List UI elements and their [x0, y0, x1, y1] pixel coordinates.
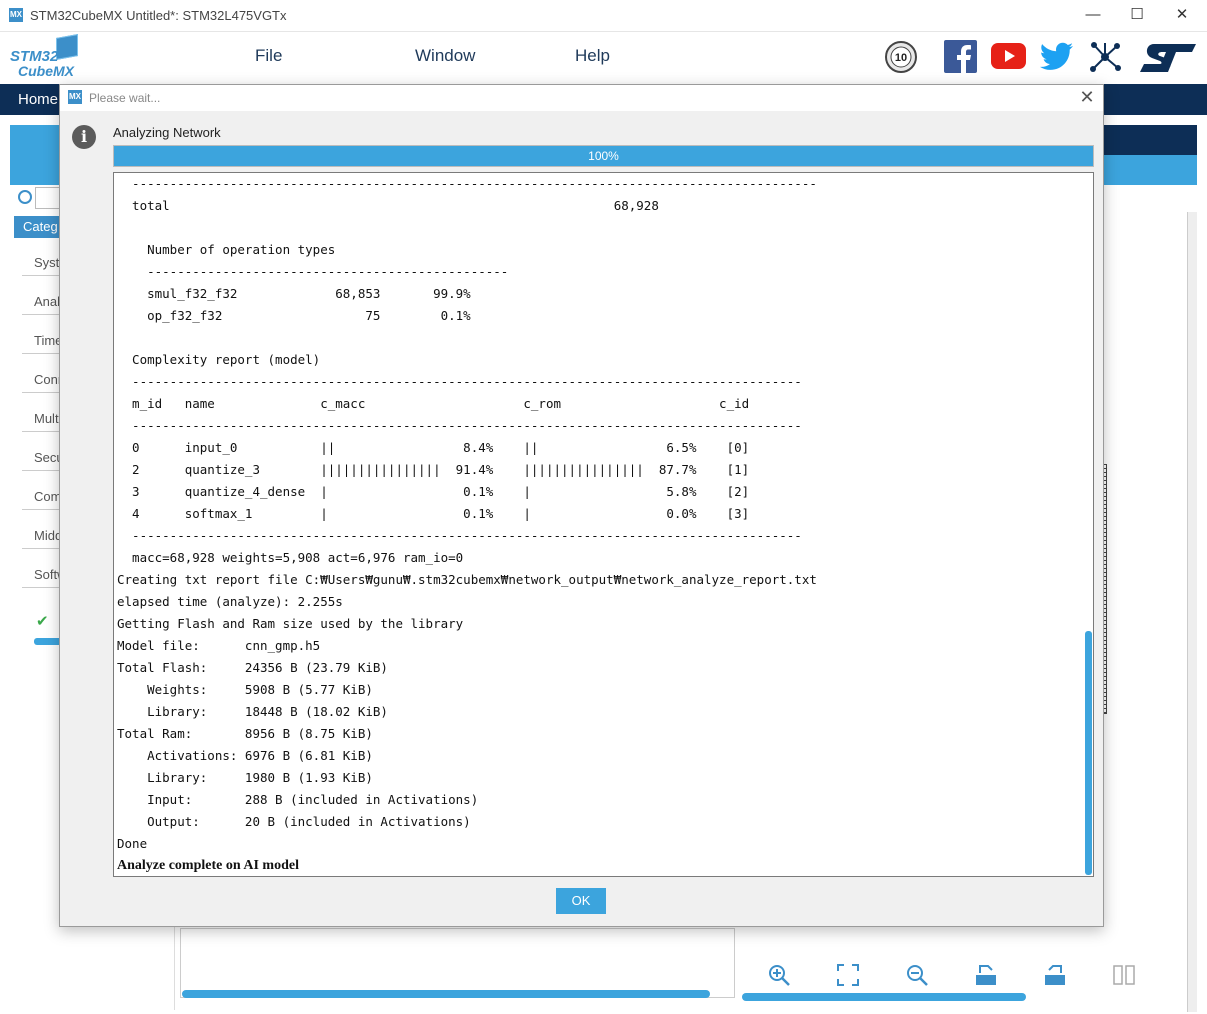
- split-view-icon[interactable]: [1112, 963, 1136, 987]
- dialog-app-badge-icon: MX: [68, 90, 82, 104]
- log-line: Done: [117, 836, 148, 851]
- log-line: 0 input_0 || 8.4% || 6.5% [0]: [117, 440, 750, 455]
- log-line: 3 quantize_4_dense | 0.1% | 5.8% [2]: [117, 484, 750, 499]
- log-line: macc=68,928 weights=5,908 act=6,976 ram_…: [117, 550, 464, 565]
- log-line: m_id name c_macc c_rom c_id: [117, 396, 750, 411]
- log-line: Number of operation types: [117, 242, 336, 257]
- logo-line2: CubeMX: [18, 63, 74, 79]
- info-icon: i: [72, 125, 96, 149]
- menu-file[interactable]: File: [255, 46, 282, 66]
- log-line: op_f32_f32 75 0.1%: [117, 308, 471, 323]
- window-title: STM32CubeMX Untitled*: STM32L475VGTx: [30, 8, 287, 23]
- bottom-left-pane: [180, 928, 735, 998]
- right-panel-header-dark: [1100, 125, 1197, 155]
- log-line: elapsed time (analyze): 2.255s: [117, 594, 343, 609]
- bottom-right-scrollbar[interactable]: [742, 993, 1026, 1001]
- log-line: 2 quantize_3 |||||||||||||||| 91.4% ||||…: [117, 462, 750, 477]
- dialog-title: Please wait...: [89, 91, 161, 105]
- please-wait-dialog: MX Please wait... ✕ i Analyzing Network …: [59, 84, 1104, 927]
- log-line: ----------------------------------------…: [117, 176, 817, 191]
- log-line: 4 softmax_1 | 0.1% | 0.0% [3]: [117, 506, 750, 521]
- search-icon[interactable]: [18, 190, 32, 204]
- menu-bar: STM32 CubeMX File Window Help 10: [0, 32, 1207, 84]
- log-line: Weights: 5908 B (5.77 KiB): [117, 682, 373, 697]
- log-line: Library: 18448 B (18.02 KiB): [117, 704, 388, 719]
- youtube-icon[interactable]: [991, 43, 1026, 69]
- log-line: Library: 1980 B (1.93 KiB): [117, 770, 373, 785]
- log-final-line: Analyze complete on AI model: [117, 858, 299, 873]
- close-window-button[interactable]: ✕: [1162, 4, 1202, 26]
- log-line: Getting Flash and Ram size used by the l…: [117, 616, 464, 631]
- log-line: ----------------------------------------…: [117, 528, 802, 543]
- right-scrollbar[interactable]: [1187, 212, 1197, 1012]
- maximize-button[interactable]: ☐: [1117, 4, 1157, 26]
- app-badge-icon: MX: [9, 8, 23, 22]
- log-line: Total Ram: 8956 B (8.75 KiB): [117, 726, 373, 741]
- network-share-icon[interactable]: [1088, 40, 1122, 74]
- log-line: Output: 20 B (included in Activations): [117, 814, 471, 829]
- cube-icon: [56, 34, 78, 60]
- log-line: Complexity report (model): [117, 352, 321, 367]
- anniversary-badge-icon[interactable]: 10: [884, 40, 918, 74]
- check-icon: ✔: [36, 613, 49, 630]
- log-scrollbar[interactable]: [1084, 173, 1093, 876]
- menu-window[interactable]: Window: [415, 46, 475, 66]
- log-line: Activations: 6976 B (6.81 KiB): [117, 748, 373, 763]
- dialog-titlebar: MX Please wait... ✕: [60, 85, 1103, 111]
- log-line: ----------------------------------------…: [117, 264, 509, 279]
- import-icon[interactable]: [1043, 963, 1067, 987]
- log-line: ----------------------------------------…: [117, 374, 802, 389]
- minimize-button[interactable]: —: [1073, 4, 1113, 26]
- log-line: smul_f32_f32 68,853 99.9%: [117, 286, 471, 301]
- twitter-icon[interactable]: [1040, 42, 1074, 72]
- menu-help[interactable]: Help: [575, 46, 610, 66]
- progress-bar: 100%: [113, 145, 1094, 167]
- log-line: Total Flash: 24356 B (23.79 KiB): [117, 660, 388, 675]
- log-output[interactable]: ----------------------------------------…: [113, 172, 1094, 877]
- zoom-in-icon[interactable]: [767, 963, 791, 987]
- status-label: Analyzing Network: [113, 125, 221, 140]
- nav-home[interactable]: Home: [18, 91, 58, 108]
- bottom-left-scrollbar[interactable]: [182, 990, 710, 998]
- dialog-close-button[interactable]: ✕: [1077, 87, 1097, 107]
- log-line: ----------------------------------------…: [117, 418, 802, 433]
- zoom-out-icon[interactable]: [905, 963, 929, 987]
- log-lines: ----------------------------------------…: [117, 173, 1085, 876]
- ok-button[interactable]: OK: [556, 888, 606, 914]
- log-line: Input: 288 B (included in Activations): [117, 792, 479, 807]
- log-scroll-thumb[interactable]: [1085, 631, 1092, 875]
- log-line: total 68,928: [117, 198, 659, 213]
- anniversary-number: 10: [895, 52, 907, 64]
- facebook-icon[interactable]: [944, 40, 977, 73]
- log-line: Creating txt report file C:₩Users₩gunu₩.…: [117, 572, 817, 587]
- export-icon[interactable]: [974, 963, 998, 987]
- window-titlebar: MX STM32CubeMX Untitled*: STM32L475VGTx …: [0, 0, 1207, 32]
- progress-percent: 100%: [588, 149, 619, 163]
- log-line: Model file: cnn_gmp.h5: [117, 638, 321, 653]
- fit-screen-icon[interactable]: [836, 963, 860, 987]
- st-brand-logo[interactable]: [1138, 42, 1198, 74]
- stm32cubemx-logo: STM32 CubeMX: [10, 34, 82, 80]
